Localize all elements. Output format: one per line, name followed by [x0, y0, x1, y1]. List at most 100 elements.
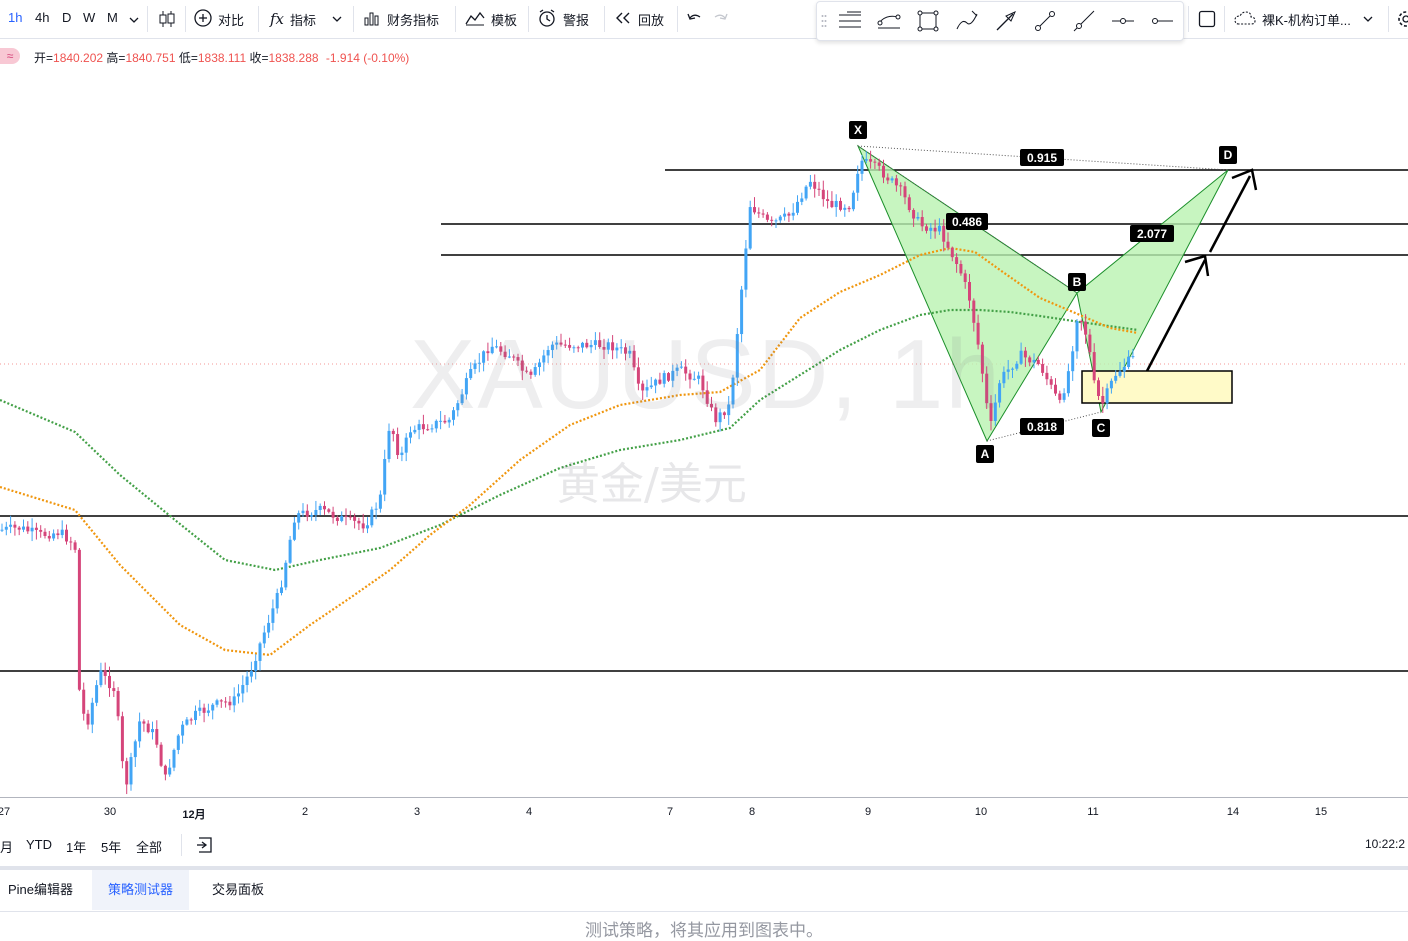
range-all[interactable]: 全部 — [136, 837, 162, 856]
horizontal-lines-icon[interactable] — [837, 8, 863, 34]
drag-handle-icon[interactable] — [821, 14, 827, 33]
timeframe-1h[interactable]: 1h — [8, 10, 22, 25]
candle-body — [17, 527, 21, 530]
timeframe-d[interactable]: D — [62, 10, 71, 25]
candle-body — [340, 515, 344, 521]
candle-body — [13, 524, 17, 528]
alert-button[interactable]: 警报 — [537, 0, 589, 38]
candle-body — [409, 432, 412, 438]
candle-body — [310, 514, 314, 517]
tab-strategy-tester[interactable]: 策略测试器 — [92, 870, 190, 910]
candle-body — [804, 186, 808, 199]
point-a-label[interactable]: A — [976, 445, 994, 463]
open-label: 开= — [34, 51, 54, 65]
tab-pine-editor[interactable]: Pine编辑器 — [0, 870, 81, 910]
candle-body — [937, 225, 941, 232]
candle-body — [1075, 321, 1079, 352]
parallel-channel-icon[interactable] — [876, 8, 902, 34]
candle-body — [331, 511, 335, 518]
timeframe-4h[interactable]: 4h — [35, 10, 49, 25]
clock-display[interactable]: 10:22:2 — [1365, 837, 1405, 851]
goto-date-icon[interactable] — [196, 836, 214, 859]
candle-body — [318, 505, 322, 510]
timeframe-w[interactable]: W — [83, 10, 95, 25]
candle-body — [211, 704, 215, 711]
point-x-label[interactable]: X — [849, 121, 867, 139]
candle-body — [1131, 356, 1135, 358]
candle-body — [151, 729, 154, 733]
candle-body — [1006, 369, 1010, 372]
collapse-legend-icon[interactable]: ≈ — [0, 48, 20, 64]
arrow-tool-icon[interactable] — [993, 8, 1019, 34]
high-value: 1840.751 — [125, 51, 176, 65]
point-d-label[interactable]: D — [1219, 146, 1237, 164]
horizontal-line-icon[interactable] — [1149, 8, 1175, 34]
candle-body — [0, 529, 4, 531]
candle-body — [284, 562, 288, 588]
order-zone-box[interactable] — [1081, 370, 1233, 404]
timeframe-dropdown-icon[interactable] — [129, 12, 139, 30]
candle-body — [327, 509, 331, 512]
financials-label: 财务指标 — [387, 12, 440, 28]
bar-chart-icon — [363, 10, 381, 29]
shape-rect-icon[interactable] — [915, 8, 941, 34]
candle-body — [237, 693, 240, 697]
candle-body — [843, 207, 847, 210]
candle-body — [860, 160, 864, 174]
brush-icon[interactable] — [954, 8, 980, 34]
candle-body — [1092, 352, 1096, 381]
horizontal-ray-icon[interactable] — [1110, 8, 1136, 34]
candle-type-icon[interactable] — [157, 9, 177, 34]
candle-body — [155, 729, 159, 745]
redo-icon[interactable] — [713, 11, 729, 30]
trend-line-icon[interactable] — [1032, 8, 1058, 34]
change-value: -1.914 (-0.10%) — [325, 51, 410, 65]
ratio-xd-label: 0.915 — [1020, 149, 1064, 166]
range-ytd[interactable]: YTD — [26, 837, 52, 852]
range-5y[interactable]: 5年 — [101, 837, 121, 856]
candle-body — [370, 509, 374, 526]
indicators-label: 指标 — [290, 12, 317, 28]
svg-text:0.818: 0.818 — [1027, 420, 1057, 434]
ray-icon[interactable] — [1071, 8, 1097, 34]
replay-button[interactable]: 回放 — [614, 0, 664, 38]
gear-icon[interactable] — [1396, 10, 1408, 33]
candle-body — [219, 700, 223, 702]
point-b-label[interactable]: B — [1068, 273, 1086, 291]
compare-button[interactable]: 对比 — [194, 0, 244, 38]
low-label: 低= — [178, 51, 198, 65]
financials-button[interactable]: 财务指标 — [363, 0, 439, 38]
candle-body — [830, 200, 834, 208]
candle-body — [56, 533, 60, 536]
candle-body — [882, 165, 885, 178]
candle-body — [1066, 371, 1070, 394]
rectangle-icon[interactable] — [1198, 10, 1216, 33]
time-label: 12月 — [182, 809, 206, 821]
candle-body — [959, 263, 963, 274]
timeframe-m[interactable]: M — [107, 10, 118, 25]
candle-body — [1015, 363, 1019, 369]
candle-body — [43, 531, 47, 536]
layout-select-button[interactable]: 裸K-机构订单... — [1234, 0, 1373, 38]
candle-body — [925, 226, 928, 231]
undo-icon[interactable] — [686, 11, 702, 30]
range-1y[interactable]: 1年 — [66, 837, 86, 856]
open-value: 1840.202 — [53, 51, 104, 65]
candle-body — [9, 524, 13, 527]
candle-body — [1054, 384, 1057, 394]
point-c-label[interactable]: C — [1092, 419, 1110, 437]
candle-body — [103, 670, 107, 676]
candle-body — [258, 643, 262, 661]
candle-body — [796, 201, 799, 213]
candle-body — [292, 522, 296, 540]
candle-body — [344, 515, 348, 517]
indicators-button[interactable]: fx 指标 — [270, 0, 342, 38]
candle-body — [206, 710, 210, 713]
candle-body — [77, 549, 81, 690]
candle-body — [249, 670, 253, 677]
range-month[interactable]: 月 — [0, 837, 13, 856]
time-axis[interactable]: 27 30 12月 2 3 4 7 8 9 10 11 14 15 — [0, 797, 1408, 826]
candle-body — [112, 688, 116, 692]
tab-trading-panel[interactable]: 交易面板 — [204, 870, 272, 910]
templates-button[interactable]: 模板 — [465, 0, 517, 38]
